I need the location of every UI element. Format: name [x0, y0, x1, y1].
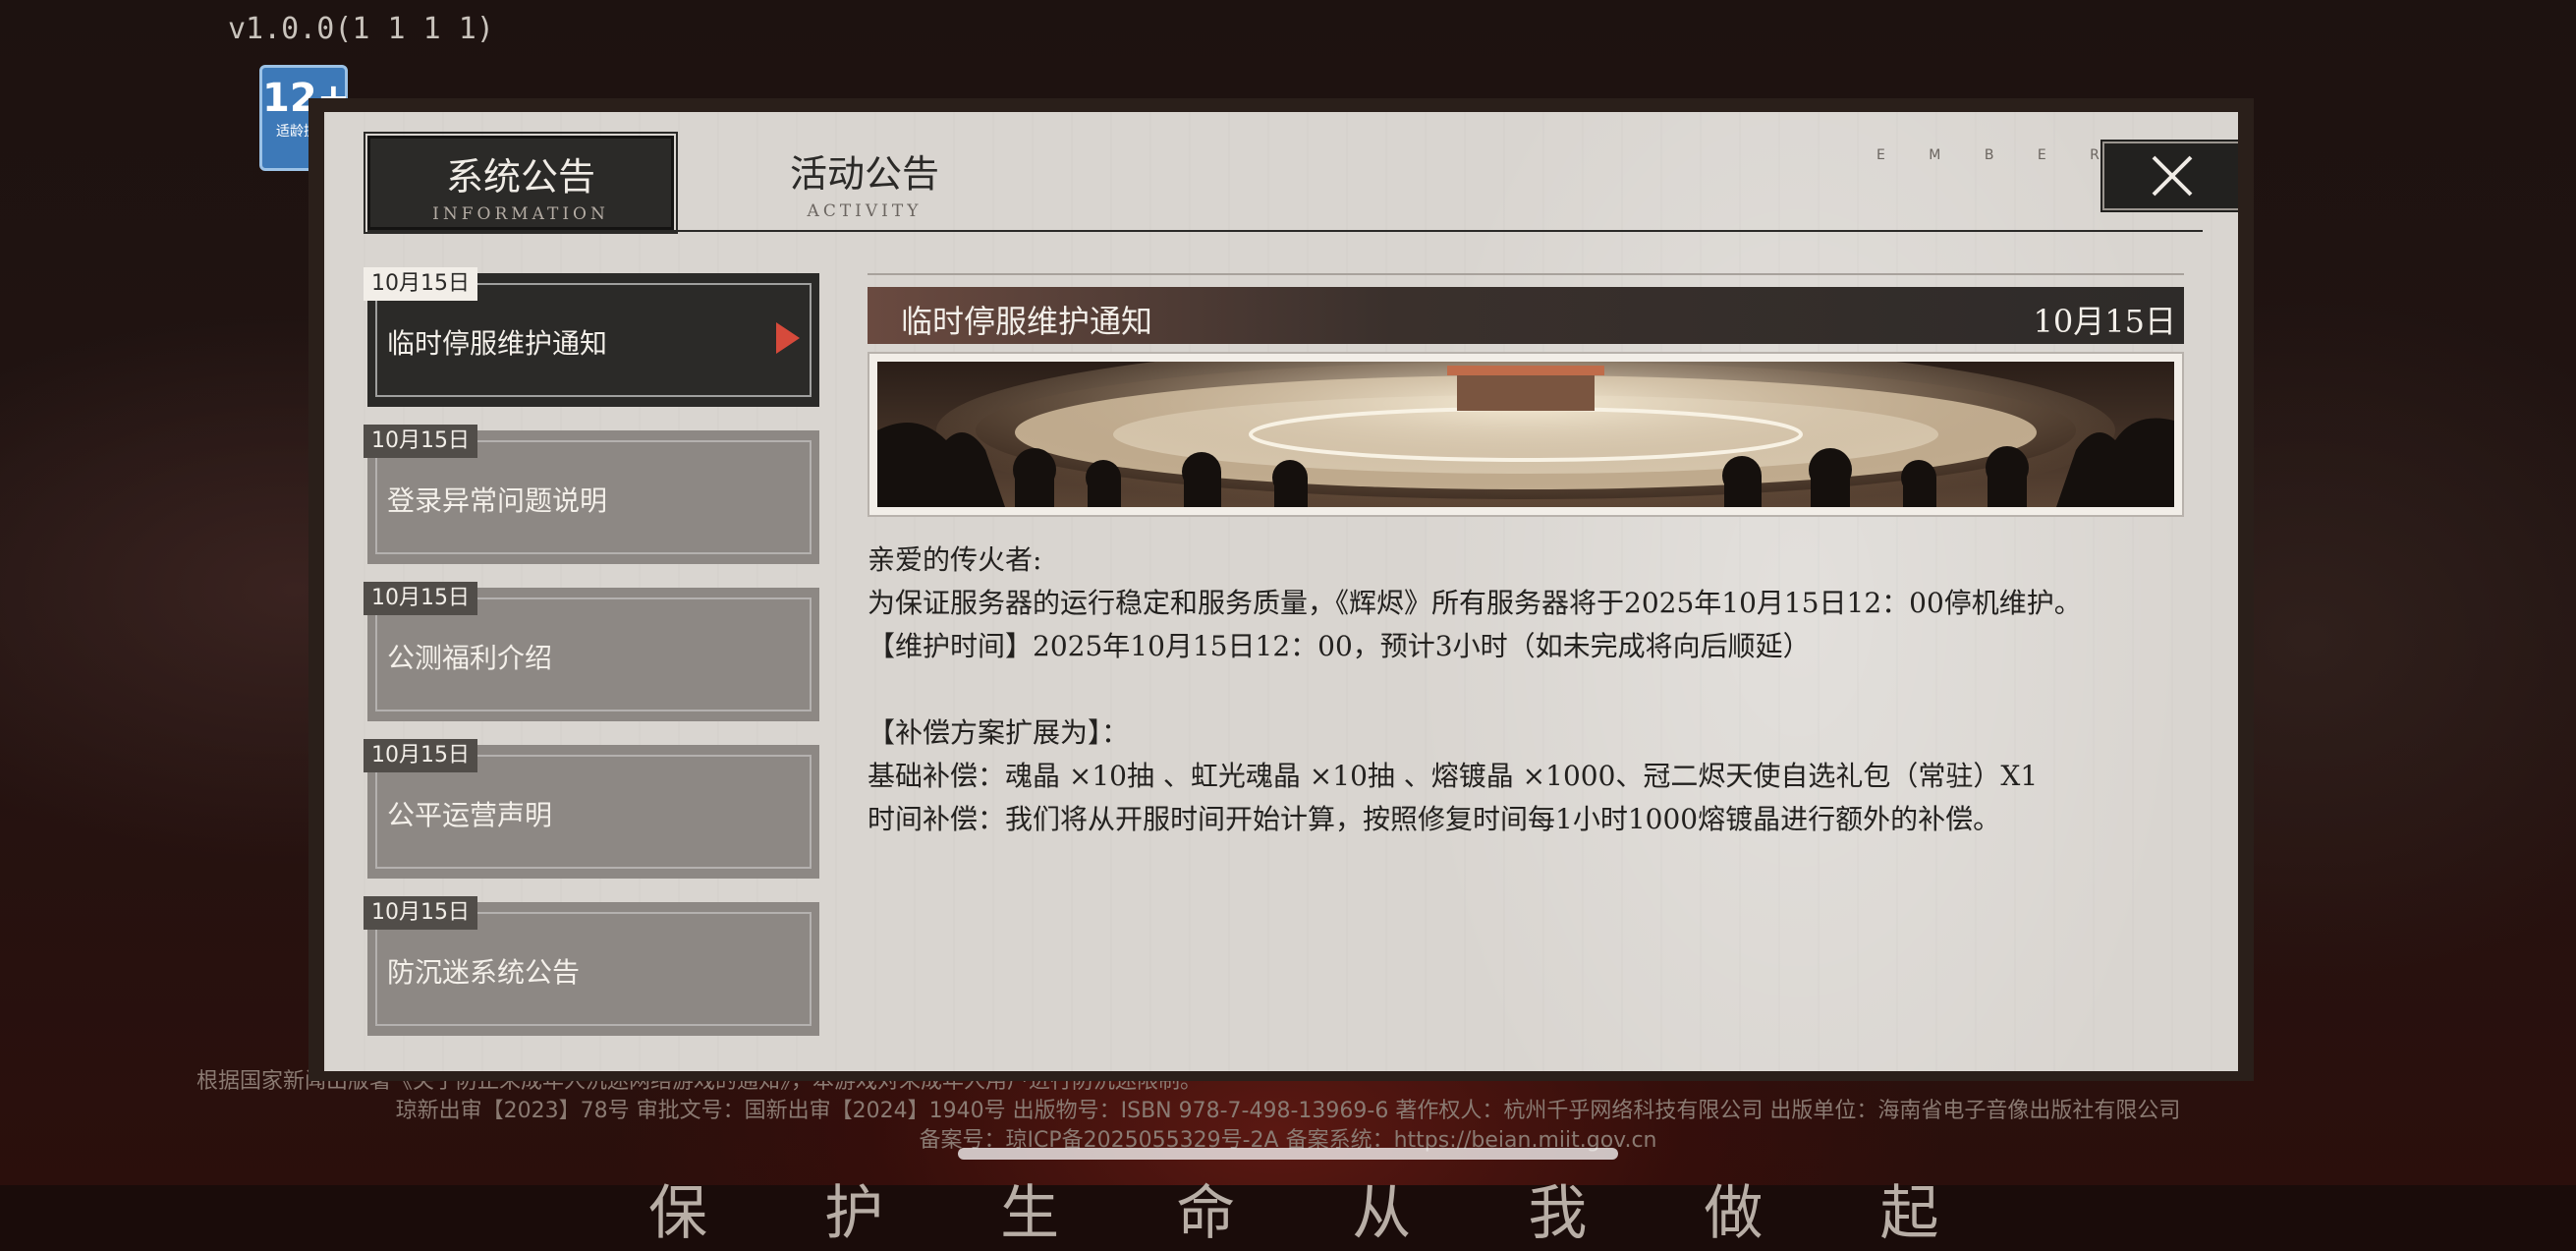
announcement-item[interactable]: 10月15日 临时停服维护通知 [364, 267, 819, 407]
close-button[interactable] [2100, 140, 2238, 212]
announcement-list: 10月15日 临时停服维护通知 10月15日 登录异常问题说明 10月15日 公… [364, 267, 819, 1059]
content-date: 10月15日 [2033, 303, 2176, 340]
content-top-rule [868, 273, 2184, 275]
tab-sublabel: ACTIVITY [807, 201, 923, 221]
tab-activity[interactable]: 活动公告 ACTIVITY [717, 136, 1012, 230]
body-line [868, 668, 2164, 711]
item-title: 公平运营声明 [387, 799, 553, 831]
home-indicator[interactable] [958, 1148, 1618, 1160]
announcement-item[interactable]: 10月15日 公平运营声明 [364, 739, 819, 879]
version-label: v1.0.0(1 1 1 1) [228, 12, 494, 46]
footer-license: 琼新出审【2023】78号 审批文号：国新出审【2024】1940号 出版物号：… [395, 1099, 2181, 1123]
tab-label: 活动公告 [789, 152, 939, 196]
body-line: 【补偿方案扩展为】： [868, 716, 1130, 749]
item-date: 10月15日 [364, 425, 477, 458]
body-line: 为保证服务器的运行稳定和服务质量，《辉烬》所有服务器将于2025年10月15日1… [868, 587, 2082, 619]
body-line: 【维护时间】2025年10月15日12：00，预计3小时（如未完成将向后顺延） [868, 630, 1811, 662]
announcement-body: 亲爱的传火者: 为保证服务器的运行稳定和服务质量，《辉烬》所有服务器将于2025… [868, 539, 2164, 841]
tab-divider [367, 230, 2203, 232]
item-title: 公测福利介绍 [387, 642, 553, 674]
body-line: 时间补偿：我们将从开服时间开始计算，按照修复时间每1小时1000熔镀晶进行额外的… [868, 803, 2001, 835]
announcement-item[interactable]: 10月15日 公测福利介绍 [364, 582, 819, 721]
item-date: 10月15日 [364, 582, 477, 615]
item-date: 10月15日 [364, 267, 477, 301]
tab-label: 系统公告 [445, 155, 595, 199]
close-x-icon [2152, 155, 2193, 197]
tab-information[interactable]: 系统公告 INFORMATION [364, 132, 678, 234]
item-title: 临时停服维护通知 [387, 327, 608, 360]
item-title: 登录异常问题说明 [387, 484, 608, 517]
casino-table-banner [877, 362, 2174, 507]
content-title: 临时停服维护通知 [901, 303, 1153, 340]
announcement-item[interactable]: 10月15日 登录异常问题说明 [364, 425, 819, 564]
item-date: 10月15日 [364, 739, 477, 772]
item-date: 10月15日 [364, 896, 477, 930]
announcement-banner-image [869, 354, 2182, 515]
announcement-panel: 系统公告 INFORMATION 活动公告 ACTIVITY E M B E R… [324, 112, 2238, 1071]
play-arrow-icon [776, 322, 800, 354]
tab-sublabel: INFORMATION [432, 204, 609, 224]
body-line: 亲爱的传火者: [868, 543, 1042, 576]
item-title: 防沉迷系统公告 [387, 956, 581, 989]
bottom-slogan: 保 护 生 命 从 我 做 起 [648, 1179, 1988, 1248]
body-line: 基础补偿：魂晶 ×10抽 、虹光魂晶 ×10抽 、熔镀晶 ×1000、冠二烬天使… [868, 760, 2039, 792]
content-header: 临时停服维护通知 10月15日 [868, 287, 2184, 344]
announcement-item[interactable]: 10月15日 防沉迷系统公告 [364, 896, 819, 1036]
